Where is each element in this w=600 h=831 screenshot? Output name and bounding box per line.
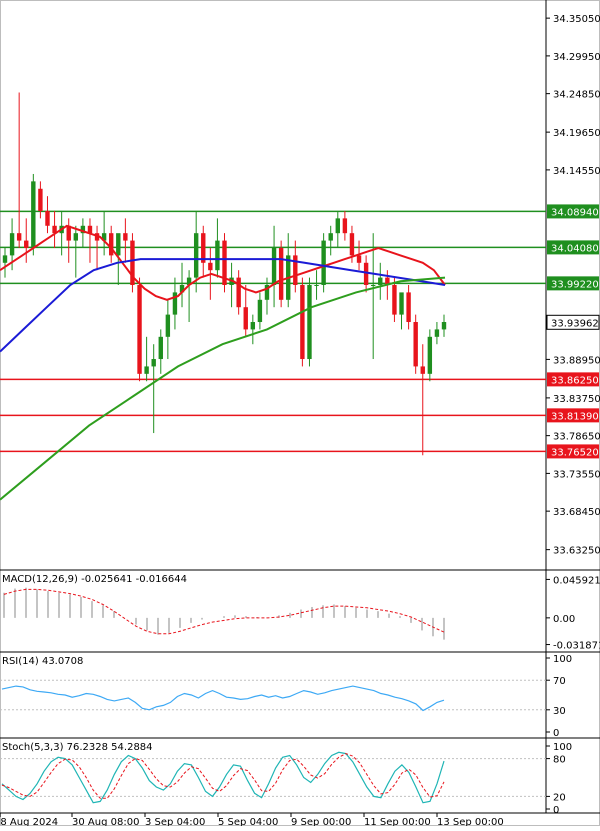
price-tick-label: 34.29950 [553,52,600,63]
candle-body [250,322,256,330]
rsi-axis-label: 70 [553,676,566,687]
candle-body [399,292,404,315]
support-level-label: 33.86250 [551,375,599,386]
price-tick-label: 33.78650 [553,432,600,443]
candle-body [137,285,142,374]
candle-body [278,247,284,300]
candle-body [342,218,348,234]
support-level-label: 33.76520 [551,447,599,458]
candle-body [441,322,447,330]
candle-body [335,218,340,234]
candle-body [38,188,43,211]
price-tick-label: 34.14550 [553,166,600,177]
price-tick-label: 33.83750 [553,394,600,405]
candle-body [236,277,241,308]
candle-body [406,292,411,323]
rsi-axis-label: 30 [553,706,566,717]
candle-body [16,233,22,241]
chart-frame [0,0,600,826]
candle-body [109,233,114,256]
candle-body [378,277,383,285]
candle-body [151,359,156,367]
current-price-label: 33.93962 [551,318,599,329]
trading-chart: 34.35050 34.29950 34.24850 34.19650 34.14550… [0,0,600,828]
support-level-label: 33.81390 [551,411,599,422]
macd-axis-label: -0.031871 [553,641,600,652]
candle-body [427,336,433,374]
candle-body [2,255,8,263]
candle-body [271,247,277,285]
rsi-title: RSI(14) 43.0708 [2,656,83,667]
moving-average-line [0,276,446,501]
stoch-title: Stoch(5,3,3) 76.2328 54.2884 [2,742,153,753]
candle-body [165,314,171,337]
candle-body [392,285,397,315]
price-tick-label: 33.63250 [553,546,600,557]
resistance-level-label: 34.04080 [551,243,599,254]
price-tick-label: 33.88950 [553,355,600,366]
date-axis-label: 3 Sep 04:00 [145,817,205,826]
date-axis-label: 13 Sep 00:00 [437,817,504,826]
price-tick-label: 33.73550 [553,469,600,480]
rsi-line [1,685,445,712]
candle-body [356,255,362,263]
candle-body [144,366,149,374]
candle-body [193,233,199,278]
candle-body [257,299,263,323]
macd-axis-label: 0.00 [553,614,575,625]
candle-body [9,233,15,256]
date-axis-label: 28 Aug 2024 [0,817,58,826]
candle-body [45,210,50,226]
stoch-axis-label: 80 [553,755,566,766]
candle-body [293,255,298,285]
date-axis-label: 5 Sep 04:00 [218,817,278,826]
date-axis-label: 11 Sep 00:00 [364,817,431,826]
resistance-level-label: 34.08940 [551,207,599,218]
candle-body [321,240,326,285]
candle-body [413,322,418,367]
candle-body [158,336,163,360]
candle-body [370,285,376,286]
chart-canvas: 34.35050 34.29950 34.24850 34.19650 34.14550… [0,0,600,828]
candle-body [307,285,312,360]
macd-title: MACD(12,26,9) -0.025641 -0.016644 [2,574,187,585]
price-tick-label: 34.24850 [553,90,600,101]
stoch-d-line [1,753,445,799]
stoch-axis-label: 0 [553,805,559,816]
price-tick-label: 34.19650 [553,128,600,139]
candle-body [73,233,79,241]
date-axis-label: 9 Sep 00:00 [291,817,351,826]
price-tick-label: 34.35050 [553,14,600,25]
date-axis-label: 30 Aug 08:00 [72,817,139,826]
candle-body [208,262,213,271]
candle-body [300,285,305,360]
candle-body [314,285,319,286]
candle-body [434,329,440,337]
candle-body [123,233,128,241]
candle-body [215,240,220,271]
candle-body [31,181,36,248]
candle-body [420,366,425,374]
candle-body [328,233,333,241]
rsi-axis-label: 100 [553,654,572,665]
candle-body [116,233,121,256]
macd-axis-label: 0.045921 [553,575,600,586]
candle-body [349,233,355,256]
stoch-axis-label: 20 [553,792,566,803]
stoch-axis-label: 100 [553,742,572,753]
rsi-axis-label: 0 [553,728,559,739]
price-tick-label: 33.68450 [553,507,600,518]
candle-body [363,262,369,285]
resistance-level-label: 33.99220 [551,279,599,290]
candle-body [243,307,248,330]
candle-body [24,240,29,248]
